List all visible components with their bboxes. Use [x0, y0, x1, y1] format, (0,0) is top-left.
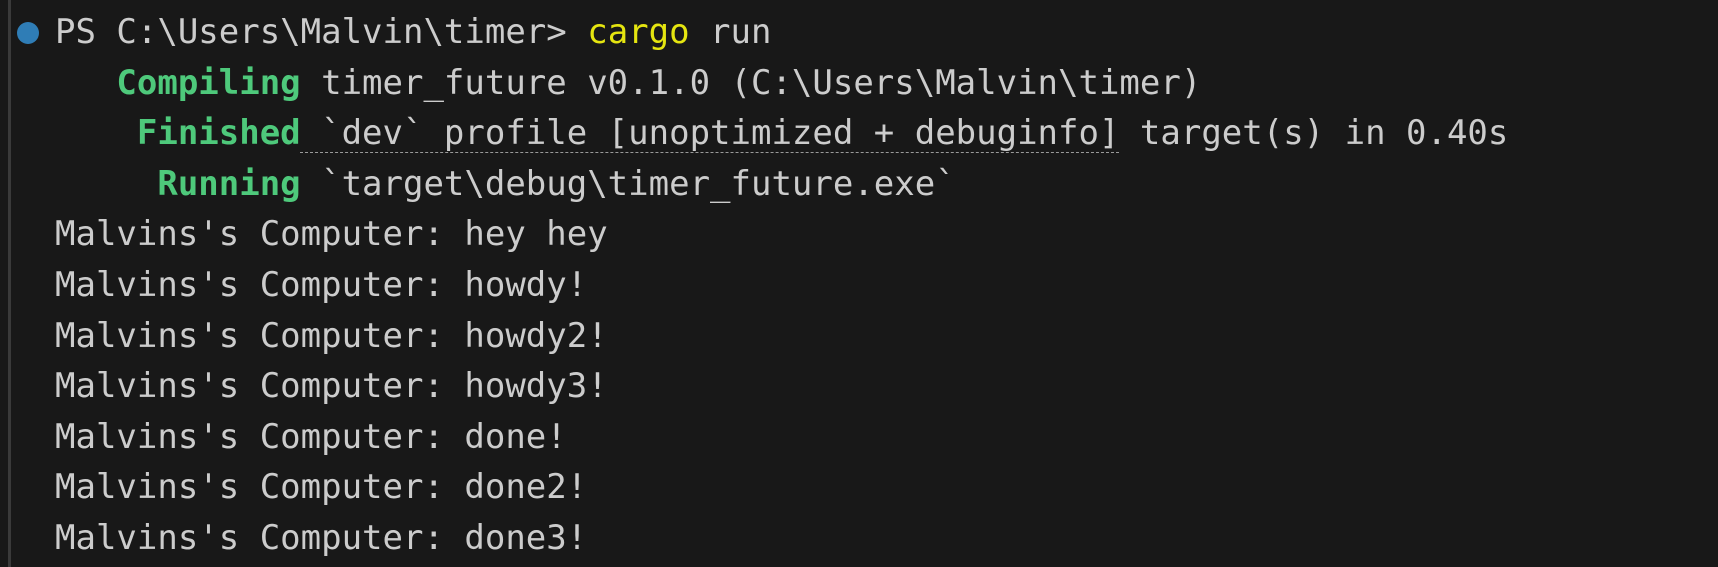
build-text-group: Compiling timer_future v0.1.0 (C:\Users\…	[55, 58, 1201, 109]
prompt-args: run	[689, 12, 772, 52]
build-line-finished: Finished `dev` profile [unoptimized + de…	[0, 108, 1718, 159]
output-line: Malvins's Computer: hey hey	[0, 209, 1718, 260]
output-line: Malvins's Computer: done!	[0, 412, 1718, 463]
output-text: Malvins's Computer: howdy3!	[55, 366, 608, 407]
build-line-compiling: Compiling timer_future v0.1.0 (C:\Users\…	[0, 58, 1718, 109]
prompt-text-group: PS C:\Users\Malvin\timer> cargo run	[55, 7, 771, 58]
build-line-running: Running `target\debug\timer_future.exe`	[0, 159, 1718, 210]
output-text: Malvins's Computer: done2!	[55, 467, 588, 508]
build-detail: timer_future v0.1.0 (C:\Users\Malvin\tim…	[300, 62, 1202, 103]
build-text-group: Running `target\debug\timer_future.exe`	[55, 159, 956, 210]
build-text-group: Finished `dev` profile [unoptimized + de…	[55, 108, 1509, 159]
output-line: Malvins's Computer: howdy3!	[0, 361, 1718, 412]
output-line: Malvins's Computer: howdy!	[0, 260, 1718, 311]
output-text: Malvins's Computer: howdy!	[55, 264, 588, 305]
build-detail: `target\debug\timer_future.exe`	[300, 163, 956, 204]
output-text: Malvins's Computer: done!	[55, 416, 567, 457]
prompt-path: PS C:\Users\Malvin\timer>	[55, 12, 588, 52]
build-status: Finished	[55, 113, 301, 154]
prompt-line: PS C:\Users\Malvin\timer> cargo run	[0, 7, 1718, 58]
build-detail-rest: target(s) in 0.40s	[1119, 113, 1509, 154]
command-decoration-icon[interactable]	[17, 22, 39, 44]
prompt-command: cargo	[587, 12, 690, 52]
build-status: Running	[55, 163, 301, 204]
terminal-output[interactable]: PS C:\Users\Malvin\timer> cargo run Comp…	[0, 7, 1718, 564]
output-text: Malvins's Computer: hey hey	[55, 214, 608, 255]
output-text: Malvins's Computer: howdy2!	[55, 315, 608, 356]
output-text: Malvins's Computer: done3!	[55, 517, 588, 558]
build-detail-link[interactable]: `dev` profile [unoptimized + debuginfo]	[301, 113, 1119, 153]
output-line: Malvins's Computer: done2!	[0, 462, 1718, 513]
output-line: Malvins's Computer: howdy2!	[0, 311, 1718, 362]
output-line: Malvins's Computer: done3!	[0, 513, 1718, 564]
build-status: Compiling	[55, 62, 301, 103]
